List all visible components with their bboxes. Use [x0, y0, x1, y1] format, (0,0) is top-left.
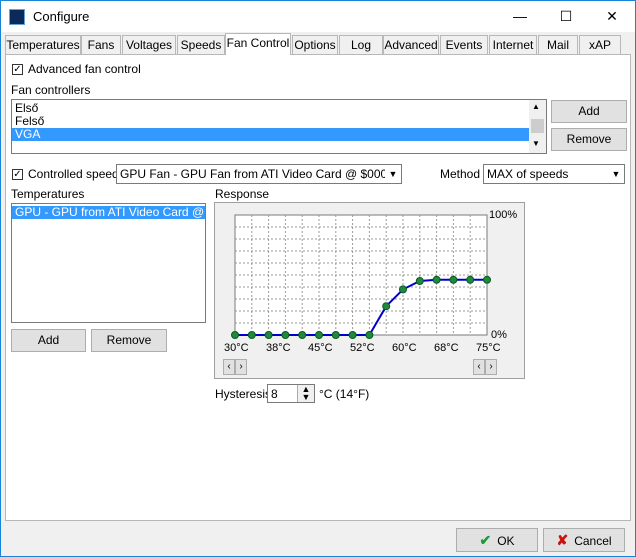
- x-tick-label: 68°C: [434, 342, 459, 354]
- temperatures-label: Temperatures: [11, 187, 85, 201]
- data-point[interactable]: [348, 331, 357, 339]
- dialog-footer: ✔ OK ✘ Cancel: [1, 522, 635, 556]
- spin-arrows-icon[interactable]: ▲ ▼: [297, 385, 314, 402]
- chevron-right-icon[interactable]: ›: [485, 359, 497, 375]
- tab-temperatures[interactable]: Temperatures: [5, 35, 81, 54]
- fan-controller-add-button[interactable]: Add: [551, 100, 627, 123]
- data-point[interactable]: [365, 331, 374, 339]
- data-point[interactable]: [415, 277, 424, 285]
- chevron-left-icon[interactable]: ‹: [473, 359, 485, 375]
- data-point[interactable]: [231, 331, 239, 339]
- method-select[interactable]: MAX of speeds ▼: [483, 164, 625, 184]
- data-point[interactable]: [449, 275, 458, 284]
- controlled-speed-label: Controlled speed: [28, 167, 119, 181]
- method-label: Method: [440, 167, 481, 181]
- temperature-add-button[interactable]: Add: [11, 329, 86, 352]
- tab-events[interactable]: Events: [440, 35, 488, 54]
- controlled-speed-select[interactable]: GPU Fan - GPU Fan from ATI Video Card @ …: [116, 164, 402, 184]
- fan-controllers-scrollbar[interactable]: ▲ ▼: [529, 100, 546, 153]
- data-point[interactable]: [331, 331, 340, 339]
- data-point[interactable]: [382, 302, 391, 311]
- close-button[interactable]: ✕: [589, 1, 635, 32]
- chevron-down-icon[interactable]: ▼: [608, 165, 624, 183]
- minimize-button[interactable]: —: [497, 1, 543, 32]
- ok-label: OK: [497, 534, 515, 548]
- scroll-thumb[interactable]: [531, 119, 544, 133]
- controlled-speed-checkbox[interactable]: ✓: [12, 169, 23, 180]
- cancel-label: Cancel: [574, 534, 612, 548]
- hysteresis-value[interactable]: 8: [271, 387, 278, 401]
- method-value: MAX of speeds: [487, 167, 569, 181]
- cancel-button[interactable]: ✘ Cancel: [543, 528, 625, 552]
- chevron-right-icon[interactable]: ›: [235, 359, 247, 375]
- tab-advanced[interactable]: Advanced: [383, 35, 439, 54]
- data-point[interactable]: [483, 275, 491, 284]
- x-icon: ✘: [556, 532, 569, 548]
- window-title: Configure: [33, 9, 90, 24]
- hysteresis-unit: °C (14°F): [319, 387, 370, 401]
- y-max-label: 100%: [489, 209, 518, 221]
- x-tick-label: 38°C: [266, 342, 291, 354]
- tab-fans[interactable]: Fans: [81, 35, 121, 54]
- fan-controller-remove-button[interactable]: Remove: [551, 128, 627, 151]
- x-tick-label: 75°C: [476, 342, 501, 354]
- x-tick-label: 45°C: [308, 342, 333, 354]
- configure-window: Configure — ☐ ✕ Temperatures Fans Voltag…: [0, 0, 636, 557]
- list-item[interactable]: Első: [12, 102, 546, 115]
- y-min-label: 0%: [491, 329, 507, 341]
- temperature-remove-button[interactable]: Remove: [91, 329, 167, 352]
- maximize-button[interactable]: ☐: [543, 1, 589, 32]
- temperatures-list[interactable]: GPU - GPU from ATI Video Card @ $0000: [11, 203, 206, 323]
- chevron-down-icon[interactable]: ▼: [385, 165, 401, 183]
- data-point[interactable]: [264, 331, 273, 339]
- list-item[interactable]: VGA: [12, 128, 529, 141]
- tab-voltages[interactable]: Voltages: [122, 35, 176, 54]
- fan-controllers-list[interactable]: Első Felső VGA ▲ ▼: [11, 99, 547, 154]
- x-tick-label: 52°C: [350, 342, 375, 354]
- data-point[interactable]: [247, 331, 256, 339]
- data-point[interactable]: [466, 275, 475, 284]
- app-icon: [9, 9, 25, 25]
- tab-fan-control[interactable]: Fan Control: [225, 33, 291, 55]
- data-point[interactable]: [315, 331, 323, 339]
- x-tick-label: 30°C: [224, 342, 249, 354]
- list-item[interactable]: GPU - GPU from ATI Video Card @ $0000: [12, 206, 205, 219]
- ok-button[interactable]: ✔ OK: [456, 528, 538, 552]
- advanced-fan-control-checkbox[interactable]: ✓: [12, 64, 23, 75]
- x-tick-label: 60°C: [392, 342, 417, 354]
- controlled-speed-value: GPU Fan - GPU Fan from ATI Video Card @ …: [120, 167, 402, 181]
- check-icon: ✔: [479, 532, 492, 548]
- tab-mail[interactable]: Mail: [538, 35, 578, 54]
- chevron-down-icon[interactable]: ▼: [532, 139, 540, 148]
- tab-xap[interactable]: xAP: [579, 35, 621, 54]
- tab-speeds[interactable]: Speeds: [177, 35, 225, 54]
- title-bar: Configure — ☐ ✕: [1, 1, 635, 32]
- tab-options[interactable]: Options: [292, 35, 338, 54]
- list-item[interactable]: Felső: [12, 115, 546, 128]
- chevron-left-icon[interactable]: ‹: [223, 359, 235, 375]
- hysteresis-label: Hysteresis: [215, 387, 272, 401]
- chevron-up-icon[interactable]: ▲: [532, 102, 540, 111]
- advanced-fan-control-label: Advanced fan control: [28, 62, 141, 76]
- data-point[interactable]: [281, 331, 290, 339]
- data-point[interactable]: [432, 275, 441, 284]
- data-point[interactable]: [298, 331, 307, 339]
- data-point[interactable]: [399, 285, 407, 294]
- response-label: Response: [215, 187, 270, 201]
- tab-internet[interactable]: Internet: [489, 35, 537, 54]
- hysteresis-spinner[interactable]: 8 ▲ ▼: [267, 384, 315, 403]
- fan-controllers-label: Fan controllers: [11, 83, 91, 97]
- response-chart-frame: 100% 0% 30°C 38°C 45°C 52°C 60°C 68°C 75…: [214, 202, 525, 379]
- tab-log[interactable]: Log: [339, 35, 383, 54]
